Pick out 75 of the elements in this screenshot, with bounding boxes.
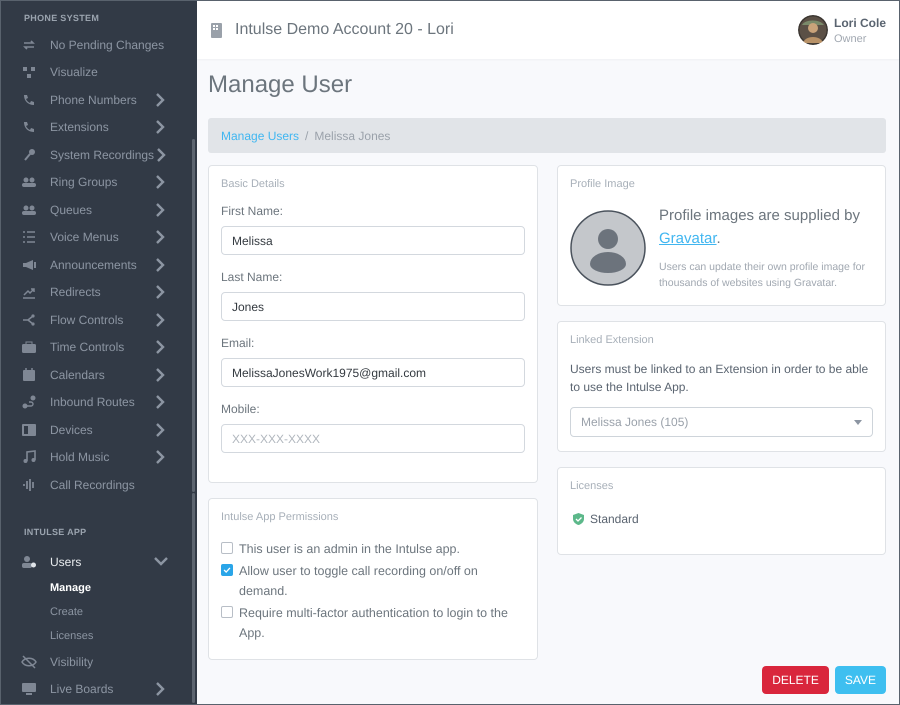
license-name: Standard (590, 512, 639, 526)
input-field[interactable]: XXX-XXX-XXXX (221, 424, 525, 453)
user-gear-icon (21, 554, 37, 570)
delete-button[interactable]: DELETE (762, 666, 829, 694)
sidebar-item[interactable]: Inbound Routes (1, 388, 197, 416)
sidebar-item[interactable]: Extensions (1, 114, 197, 141)
submenu-item[interactable]: Create (1, 600, 197, 624)
card-title: Profile Image (570, 178, 636, 190)
card-title: Linked Extension (570, 334, 655, 346)
checkbox[interactable] (221, 564, 233, 576)
sidebar-item[interactable]: Announcements (1, 251, 197, 278)
profile-note: Users can update their own profile image for thousands of websites using Gravatar. (659, 260, 866, 291)
section-heading: PHONE SYSTEM (23, 13, 100, 25)
gravatar-link[interactable]: Gravatar (659, 230, 717, 247)
list-icon (21, 229, 37, 246)
sidebar-item[interactable]: Ring Groups (1, 168, 197, 196)
field-label: Email: (221, 336, 256, 350)
user-role: Owner (834, 32, 868, 44)
nodes-icon (21, 64, 37, 80)
user-name: Lori Cole (834, 16, 886, 30)
input-field[interactable]: Melissa (221, 226, 525, 255)
sidebar-item[interactable]: Time Controls (1, 334, 197, 361)
card-title: Intulse App Permissions (221, 511, 340, 523)
route-icon (21, 394, 37, 410)
section-heading: INTULSE APP (23, 526, 88, 538)
checkbox-label: Allow user to toggle call recording on/off on demand. (239, 563, 479, 600)
branch-icon (21, 312, 37, 328)
shield-check-icon (573, 513, 584, 525)
submenu-item[interactable]: Manage (1, 576, 197, 600)
field-label: Mobile: (221, 402, 261, 416)
input-field[interactable]: MelissaJonesWork1975@gmail.com (221, 358, 525, 387)
page-title: Manage User (208, 71, 354, 99)
sidebar-item[interactable]: Queues (1, 196, 197, 224)
extension-select[interactable]: Melissa Jones (105) (570, 407, 873, 437)
checkbox-label: Require multi-factor authentication to login to the App. (239, 605, 509, 642)
calendar-icon (21, 366, 37, 383)
device-icon (21, 422, 37, 438)
sidebar-item[interactable]: Devices (1, 416, 197, 444)
waveform-icon (21, 476, 37, 493)
caret-icon (854, 420, 862, 424)
breadcrumb-current: Melissa Jones (314, 128, 390, 142)
sidebar-item[interactable]: Visualize (1, 58, 197, 86)
sidebar-item[interactable]: Voice Menus (1, 224, 197, 251)
briefcase-icon (21, 339, 37, 356)
sidebar-item[interactable]: System Recordings (1, 141, 197, 168)
monitor-icon (21, 681, 37, 698)
extension-text: Users must be linked to an Extension in order to be able to use the Intulse App. (570, 361, 870, 396)
sidebar-item[interactable]: Calendars (1, 361, 197, 388)
submenu-item[interactable]: Licenses (1, 624, 197, 648)
account-name: Intulse Demo Account 20 - Lori (235, 21, 454, 39)
save-button[interactable]: SAVE (834, 666, 886, 694)
sidebar-item[interactable]: Redirects (1, 278, 197, 306)
breadcrumb-separator: / (305, 128, 308, 142)
sidebar-item[interactable]: Visibility (1, 648, 197, 676)
checkbox[interactable] (221, 542, 233, 554)
sidebar-item[interactable]: Users (1, 548, 197, 576)
sidebar-item[interactable]: Live Boards (1, 676, 197, 703)
card-title: Licenses (570, 480, 614, 492)
card-title: Basic Details (221, 178, 286, 190)
sidebar-item[interactable]: Call Recordings (1, 471, 197, 498)
check-icon (222, 565, 232, 575)
field-label: Last Name: (221, 270, 284, 284)
profile-text: Profile images are supplied by Gravatar. (659, 206, 861, 249)
sidebar-item[interactable]: No Pending Changes (1, 31, 197, 58)
sidebar-item[interactable]: Hold Music (1, 444, 197, 471)
building-icon (211, 22, 222, 38)
eye-slash-icon (21, 654, 37, 670)
field-label: First Name: (221, 204, 284, 218)
avatar-icon (570, 210, 646, 286)
sidebar-item[interactable]: Flow Controls (1, 306, 197, 334)
input-field[interactable]: Jones (221, 292, 525, 321)
checkbox-label: This user is an admin in the Intulse app. (239, 541, 460, 558)
checkbox[interactable] (221, 606, 233, 618)
music-icon (21, 449, 37, 466)
sidebar-item[interactable]: Phone Numbers (1, 86, 197, 114)
